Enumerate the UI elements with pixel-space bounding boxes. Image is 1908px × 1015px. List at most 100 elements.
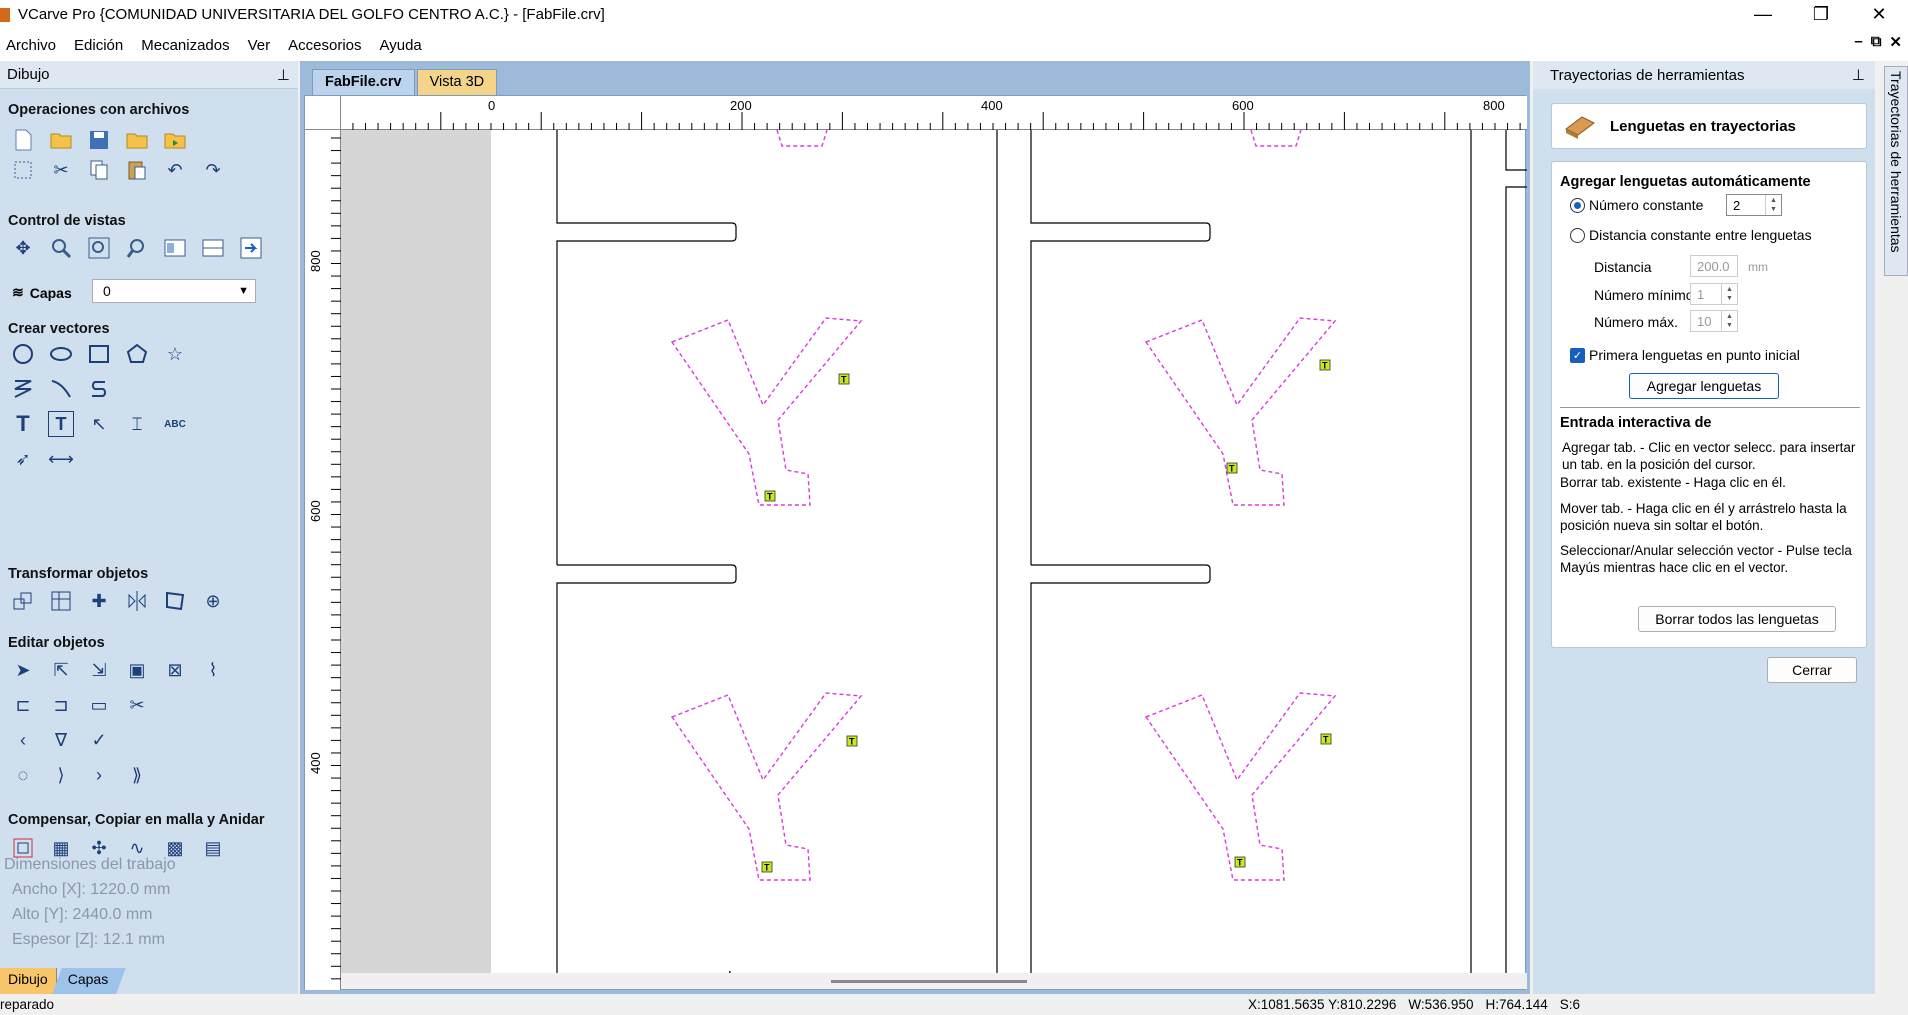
- curve-icon[interactable]: [48, 376, 74, 402]
- fillet-icon[interactable]: ‹: [10, 727, 36, 753]
- tab-vista-3d[interactable]: Vista 3D: [416, 69, 498, 95]
- zoom-icon[interactable]: [48, 235, 74, 261]
- open-folder-icon[interactable]: [124, 127, 150, 153]
- tab-marker[interactable]: T: [764, 490, 776, 502]
- trim-icon[interactable]: ∇: [48, 727, 74, 753]
- spline-icon[interactable]: [86, 376, 112, 402]
- tab-markers[interactable]: T T T T T T T T: [761, 359, 1332, 873]
- dimension-icon[interactable]: ⟷: [48, 446, 74, 472]
- save-icon[interactable]: [86, 127, 112, 153]
- nest-parts-icon[interactable]: ▤: [200, 835, 226, 861]
- polyline-icon[interactable]: [10, 376, 36, 402]
- tab-marker[interactable]: T: [846, 735, 858, 747]
- text-on-curve-icon[interactable]: ↖: [86, 411, 112, 437]
- menu-mecanizados[interactable]: Mecanizados: [135, 37, 237, 54]
- interactive-select-icon[interactable]: ▣: [124, 657, 150, 683]
- distance-field[interactable]: 200.0: [1690, 255, 1738, 277]
- curve-fit-icon[interactable]: ⟫: [124, 762, 150, 788]
- mdi-minimize-button[interactable]: –: [1854, 33, 1862, 51]
- measure-icon[interactable]: ⌇: [200, 657, 226, 683]
- menu-edicion[interactable]: Edición: [68, 37, 131, 54]
- text-box-icon[interactable]: T: [48, 411, 74, 437]
- mdi-close-button[interactable]: ✕: [1889, 33, 1902, 51]
- zoom-window-icon[interactable]: [124, 235, 150, 261]
- close-panel-button[interactable]: Cerrar: [1767, 657, 1857, 683]
- rectangle-icon[interactable]: [86, 341, 112, 367]
- first-tab-checkbox[interactable]: ✓ Primera lenguetas en punto inicial: [1570, 347, 1800, 363]
- group-icon[interactable]: ✚: [86, 588, 112, 614]
- select-icon[interactable]: ➤: [10, 657, 36, 683]
- pin-icon[interactable]: ⊥: [1852, 66, 1865, 84]
- subtract-icon[interactable]: ⊐: [48, 692, 74, 718]
- transform-select-icon[interactable]: ⇲: [86, 657, 112, 683]
- set-origin-icon[interactable]: ⊕: [200, 588, 226, 614]
- redo-icon[interactable]: ↷: [200, 157, 226, 183]
- layer-select[interactable]: 0 ▼: [92, 279, 256, 303]
- menu-ayuda[interactable]: Ayuda: [374, 37, 430, 54]
- max-number-stepper[interactable]: 10 ▲ ▼: [1690, 310, 1738, 332]
- star-icon[interactable]: ☆: [162, 341, 188, 367]
- zoom-extents-icon[interactable]: [86, 235, 112, 261]
- weld-icon[interactable]: ⊏: [10, 692, 36, 718]
- y-toolpaths[interactable]: [670, 129, 1336, 881]
- join-icon[interactable]: ◌: [10, 762, 36, 788]
- close-vector-icon[interactable]: ⟩: [48, 762, 74, 788]
- drawing-canvas[interactable]: 0 200 400 600 800 800 600 400 T T T T T …: [304, 95, 1527, 990]
- smooth-icon[interactable]: ›: [86, 762, 112, 788]
- stepper-arrows-icon[interactable]: ▲ ▼: [1765, 195, 1781, 215]
- extend-icon[interactable]: ✓: [86, 727, 112, 753]
- align-icon[interactable]: [48, 588, 74, 614]
- split-view-icon[interactable]: [200, 235, 226, 261]
- tab-marker[interactable]: T: [1319, 359, 1331, 371]
- delete-duplicates-icon[interactable]: ⊠: [162, 657, 188, 683]
- view-3d-icon[interactable]: [238, 235, 264, 261]
- node-edit-icon[interactable]: ⇱: [48, 657, 74, 683]
- menu-ver[interactable]: Ver: [242, 37, 279, 54]
- paste-icon[interactable]: [124, 157, 150, 183]
- tab-fabfile[interactable]: FabFile.crv: [312, 69, 415, 95]
- menu-accesorios[interactable]: Accesorios: [282, 37, 369, 54]
- scrollbar-thumb[interactable]: [831, 980, 1027, 983]
- constant-number-stepper[interactable]: 2 ▲ ▼: [1726, 194, 1782, 216]
- part-outlines[interactable]: [556, 130, 1527, 976]
- stepper-arrows-icon[interactable]: ▲ ▼: [1721, 311, 1737, 331]
- text-icon[interactable]: T: [10, 411, 36, 437]
- mirror-icon[interactable]: [124, 588, 150, 614]
- vector-drawing[interactable]: T T T T T T T T: [341, 129, 1527, 976]
- tab-marker[interactable]: T: [1320, 733, 1332, 745]
- tab-marker[interactable]: T: [1226, 462, 1238, 474]
- cut-icon[interactable]: ✂: [48, 157, 74, 183]
- menu-archivo[interactable]: Archivo: [0, 37, 64, 54]
- pin-icon[interactable]: ⊥: [277, 66, 290, 84]
- add-tabs-button[interactable]: Agregar lenguetas: [1629, 373, 1779, 399]
- tab-dibujo[interactable]: Dibujo: [0, 968, 57, 994]
- tab-marker[interactable]: T: [1234, 856, 1246, 868]
- trace-bitmap-icon[interactable]: ➶: [10, 446, 36, 472]
- pan-icon[interactable]: ✥: [10, 235, 36, 261]
- drawing-view[interactable]: T T T T T T T T: [341, 129, 1527, 976]
- restore-button[interactable]: ❐: [1792, 0, 1850, 29]
- horizontal-scrollbar[interactable]: [341, 973, 1527, 989]
- undo-icon[interactable]: ↶: [162, 157, 188, 183]
- tab-marker[interactable]: T: [838, 373, 850, 385]
- circle-icon[interactable]: [10, 341, 36, 367]
- ellipse-icon[interactable]: [48, 341, 74, 367]
- polygon-icon[interactable]: [124, 341, 150, 367]
- min-number-stepper[interactable]: 1 ▲ ▼: [1690, 283, 1738, 305]
- view-layout-icon[interactable]: [162, 235, 188, 261]
- minimize-button[interactable]: —: [1734, 0, 1792, 29]
- scissors-icon[interactable]: ✂: [124, 692, 150, 718]
- auto-layout-text-icon[interactable]: ⌶: [124, 411, 150, 437]
- delete-all-tabs-button[interactable]: Borrar todos las lenguetas: [1638, 606, 1836, 632]
- tab-marker[interactable]: T: [761, 861, 773, 873]
- copy-icon[interactable]: [86, 157, 112, 183]
- text-arc-icon[interactable]: ABC: [162, 411, 188, 437]
- distort-icon[interactable]: [162, 588, 188, 614]
- tab-capas[interactable]: Capas: [51, 968, 126, 994]
- move-icon[interactable]: [10, 588, 36, 614]
- stepper-arrows-icon[interactable]: ▲ ▼: [1721, 284, 1737, 304]
- new-file-icon[interactable]: [10, 127, 36, 153]
- radio-constant-number[interactable]: Número constante: [1570, 197, 1703, 213]
- radio-constant-distance[interactable]: Distancia constante entre lenguetas: [1570, 227, 1812, 243]
- select-all-icon[interactable]: [10, 157, 36, 183]
